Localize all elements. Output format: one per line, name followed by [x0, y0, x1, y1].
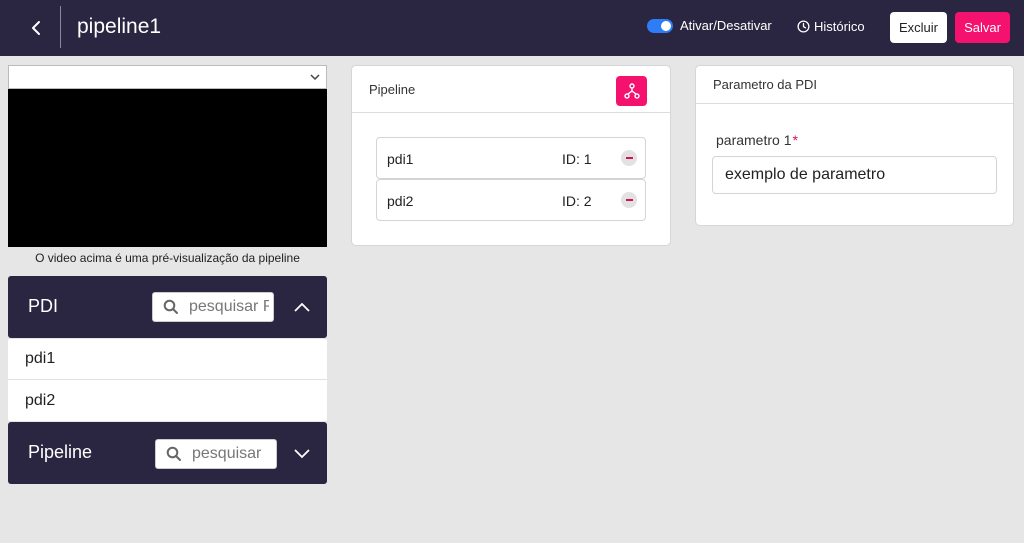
- remove-step-button[interactable]: [621, 150, 637, 166]
- pipeline-step-name: pdi2: [387, 193, 414, 209]
- pdi-accordion-title: PDI: [28, 296, 59, 316]
- pipeline-card: Pipeline pdi1 ID: 1 pdi2 ID: 2: [351, 65, 671, 246]
- clock-icon: [797, 20, 810, 33]
- pdi-accordion-header[interactable]: PDI: [8, 276, 327, 338]
- required-mark: *: [792, 132, 798, 148]
- activate-toggle[interactable]: Ativar/Desativar: [647, 18, 772, 33]
- chevron-up-icon: [294, 302, 310, 312]
- history-button[interactable]: Histórico: [797, 19, 865, 34]
- hierarchy-icon: [623, 83, 640, 99]
- pipeline-search-box[interactable]: [155, 439, 277, 469]
- pipeline-step-id: ID: 2: [562, 193, 592, 209]
- pipeline-step-id: ID: 1: [562, 151, 592, 167]
- top-header: pipeline1 Ativar/Desativar Histórico Exc…: [0, 0, 1024, 56]
- pipeline-step-name: pdi1: [387, 151, 414, 167]
- pipeline-diagram-button[interactable]: [616, 76, 647, 106]
- video-caption: O video acima é uma pré-visualização da …: [35, 251, 300, 265]
- chevron-left-icon: [32, 21, 40, 35]
- parameter-input[interactable]: [712, 156, 997, 194]
- pipeline-card-header: Pipeline: [352, 66, 670, 113]
- parameter-card-title: Parametro da PDI: [713, 77, 818, 92]
- video-preview[interactable]: [8, 89, 327, 247]
- pipeline-accordion-header[interactable]: Pipeline: [8, 422, 327, 484]
- header-divider: [60, 6, 61, 48]
- pdi-collapse-toggle[interactable]: [287, 292, 317, 322]
- search-icon: [166, 446, 181, 461]
- toggle-switch[interactable]: [647, 18, 673, 33]
- parameter-label-text: parametro 1: [716, 132, 792, 148]
- search-icon: [163, 299, 178, 314]
- toggle-label: Ativar/Desativar: [680, 18, 772, 33]
- pdi-list-item[interactable]: pdi2: [8, 380, 327, 421]
- pipeline-step-item[interactable]: pdi2 ID: 2: [376, 179, 646, 221]
- parameter-card-header: Parametro da PDI: [696, 66, 1013, 104]
- pdi-search-input[interactable]: [189, 298, 269, 316]
- chevron-down-icon: [294, 449, 310, 459]
- parameter-label: parametro 1*: [716, 132, 798, 148]
- pipeline-expand-toggle[interactable]: [287, 438, 317, 468]
- back-button[interactable]: [22, 14, 50, 42]
- video-source-select[interactable]: [8, 65, 327, 89]
- save-button[interactable]: Salvar: [955, 12, 1010, 43]
- pipeline-card-title: Pipeline: [369, 81, 416, 97]
- pdi-list-item[interactable]: pdi1: [8, 339, 327, 380]
- pipeline-accordion-title: Pipeline: [28, 442, 93, 462]
- remove-step-button[interactable]: [621, 192, 637, 208]
- pdi-list: pdi1 pdi2: [8, 339, 327, 421]
- pdi-search-box[interactable]: [152, 292, 274, 322]
- chevron-down-icon: [310, 74, 320, 81]
- pipeline-search-input[interactable]: [192, 445, 272, 463]
- pipeline-step-item[interactable]: pdi1 ID: 1: [376, 137, 646, 179]
- pdi-parameter-card: Parametro da PDI parametro 1*: [695, 65, 1014, 226]
- history-label: Histórico: [814, 19, 865, 34]
- delete-button[interactable]: Excluir: [890, 12, 947, 43]
- page-title: pipeline1: [77, 15, 162, 38]
